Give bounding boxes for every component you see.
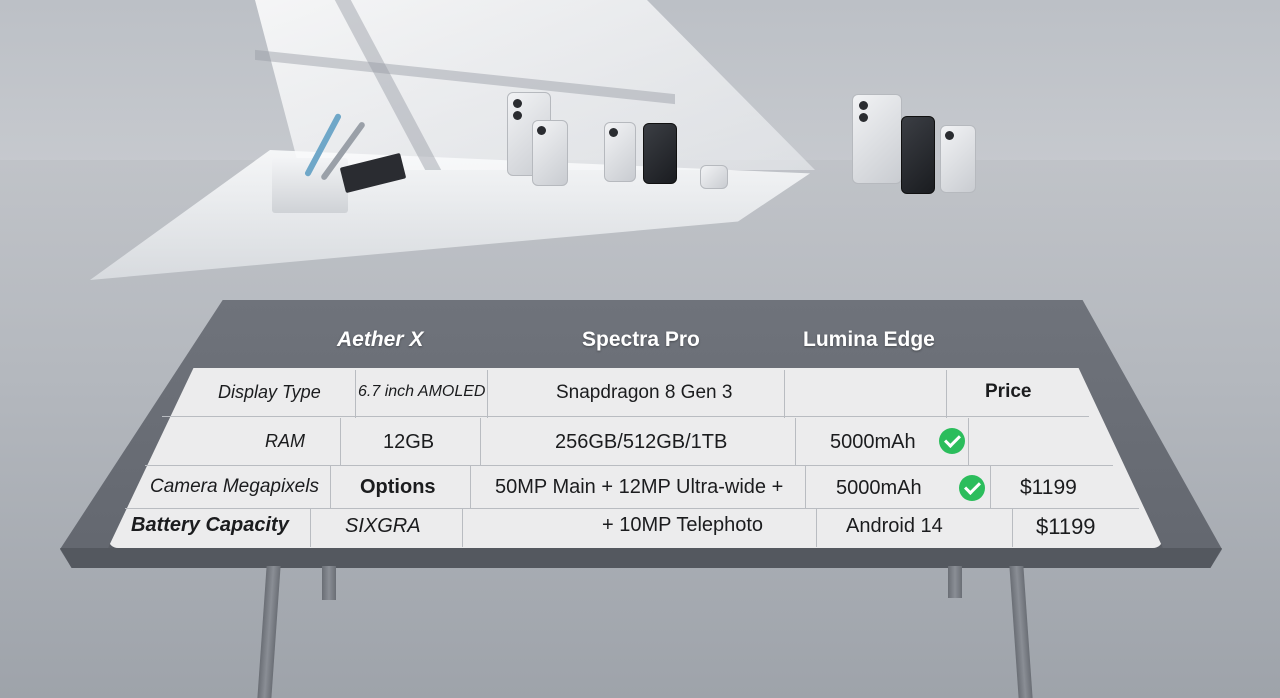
column-divider xyxy=(990,466,991,509)
cell-spectra-camera: 50MP Main + 12MP Ultra-wide + xyxy=(495,476,784,498)
phone-decor xyxy=(643,123,677,184)
check-icon xyxy=(939,428,965,454)
column-header-aether-x: Aether X xyxy=(337,328,424,351)
camera-lens-icon xyxy=(513,111,522,120)
row-label-battery: Battery Capacity xyxy=(131,514,289,536)
camera-lens-icon xyxy=(859,113,868,122)
phone-decor xyxy=(532,120,568,186)
phone-decor xyxy=(604,122,636,182)
table-edge xyxy=(60,548,1222,568)
camera-lens-icon xyxy=(513,99,522,108)
cell-spectra-battery: + 10MP Telephoto xyxy=(602,514,764,536)
cell-price-battery: $1199 xyxy=(1036,514,1096,539)
phone-box-decor xyxy=(700,165,728,189)
camera-lens-icon xyxy=(859,101,868,110)
row-label-camera: Camera Megapixels xyxy=(150,476,319,497)
column-divider xyxy=(946,370,947,418)
column-divider xyxy=(795,418,796,466)
phone-decor xyxy=(852,94,902,184)
column-header-lumina-edge: Lumina Edge xyxy=(803,328,935,351)
phone-decor xyxy=(901,116,935,194)
column-divider xyxy=(816,509,817,547)
row-label-ram: RAM xyxy=(265,431,305,451)
column-divider xyxy=(462,509,463,547)
phone-decor xyxy=(940,125,976,193)
column-divider xyxy=(480,418,481,466)
cell-aether-battery: SIXGRA xyxy=(345,515,421,537)
row-divider xyxy=(162,416,1089,417)
column-divider xyxy=(784,370,785,418)
cell-spectra-ram: 256GB/512GB/1TB xyxy=(555,431,728,453)
cell-aether-camera: Options xyxy=(360,476,436,498)
cell-aether-display: 6.7 inch AMOLED xyxy=(358,383,486,400)
cell-lumina-camera: 5000mAh xyxy=(836,477,922,499)
column-divider xyxy=(355,370,356,418)
column-divider xyxy=(330,466,331,509)
column-divider xyxy=(487,370,488,418)
cell-lumina-battery: Android 14 xyxy=(846,515,943,537)
cell-lumina-ram: 5000mAh xyxy=(830,431,916,453)
cell-spectra-display: Snapdragon 8 Gen 3 xyxy=(556,382,733,403)
row-label-display-type: Display Type xyxy=(218,382,321,402)
column-divider xyxy=(340,418,341,466)
table-leg xyxy=(322,566,336,600)
camera-lens-icon xyxy=(609,128,618,137)
column-divider xyxy=(470,466,471,509)
column-header-spectra-pro: Spectra Pro xyxy=(582,328,700,351)
camera-lens-icon xyxy=(945,131,954,140)
column-divider xyxy=(968,418,969,466)
camera-lens-icon xyxy=(537,126,546,135)
table-leg xyxy=(948,566,962,598)
cell-price-camera: $1199 xyxy=(1020,476,1077,499)
column-divider xyxy=(805,466,806,509)
column-divider xyxy=(1012,509,1013,547)
row-divider xyxy=(125,508,1139,509)
scene: Aether X Spectra Pro Lumina Edge Display… xyxy=(0,0,1280,698)
check-icon xyxy=(959,475,985,501)
cell-aether-ram: 12GB xyxy=(383,431,435,453)
column-divider xyxy=(310,509,311,547)
cell-price-header: Price xyxy=(985,381,1032,402)
